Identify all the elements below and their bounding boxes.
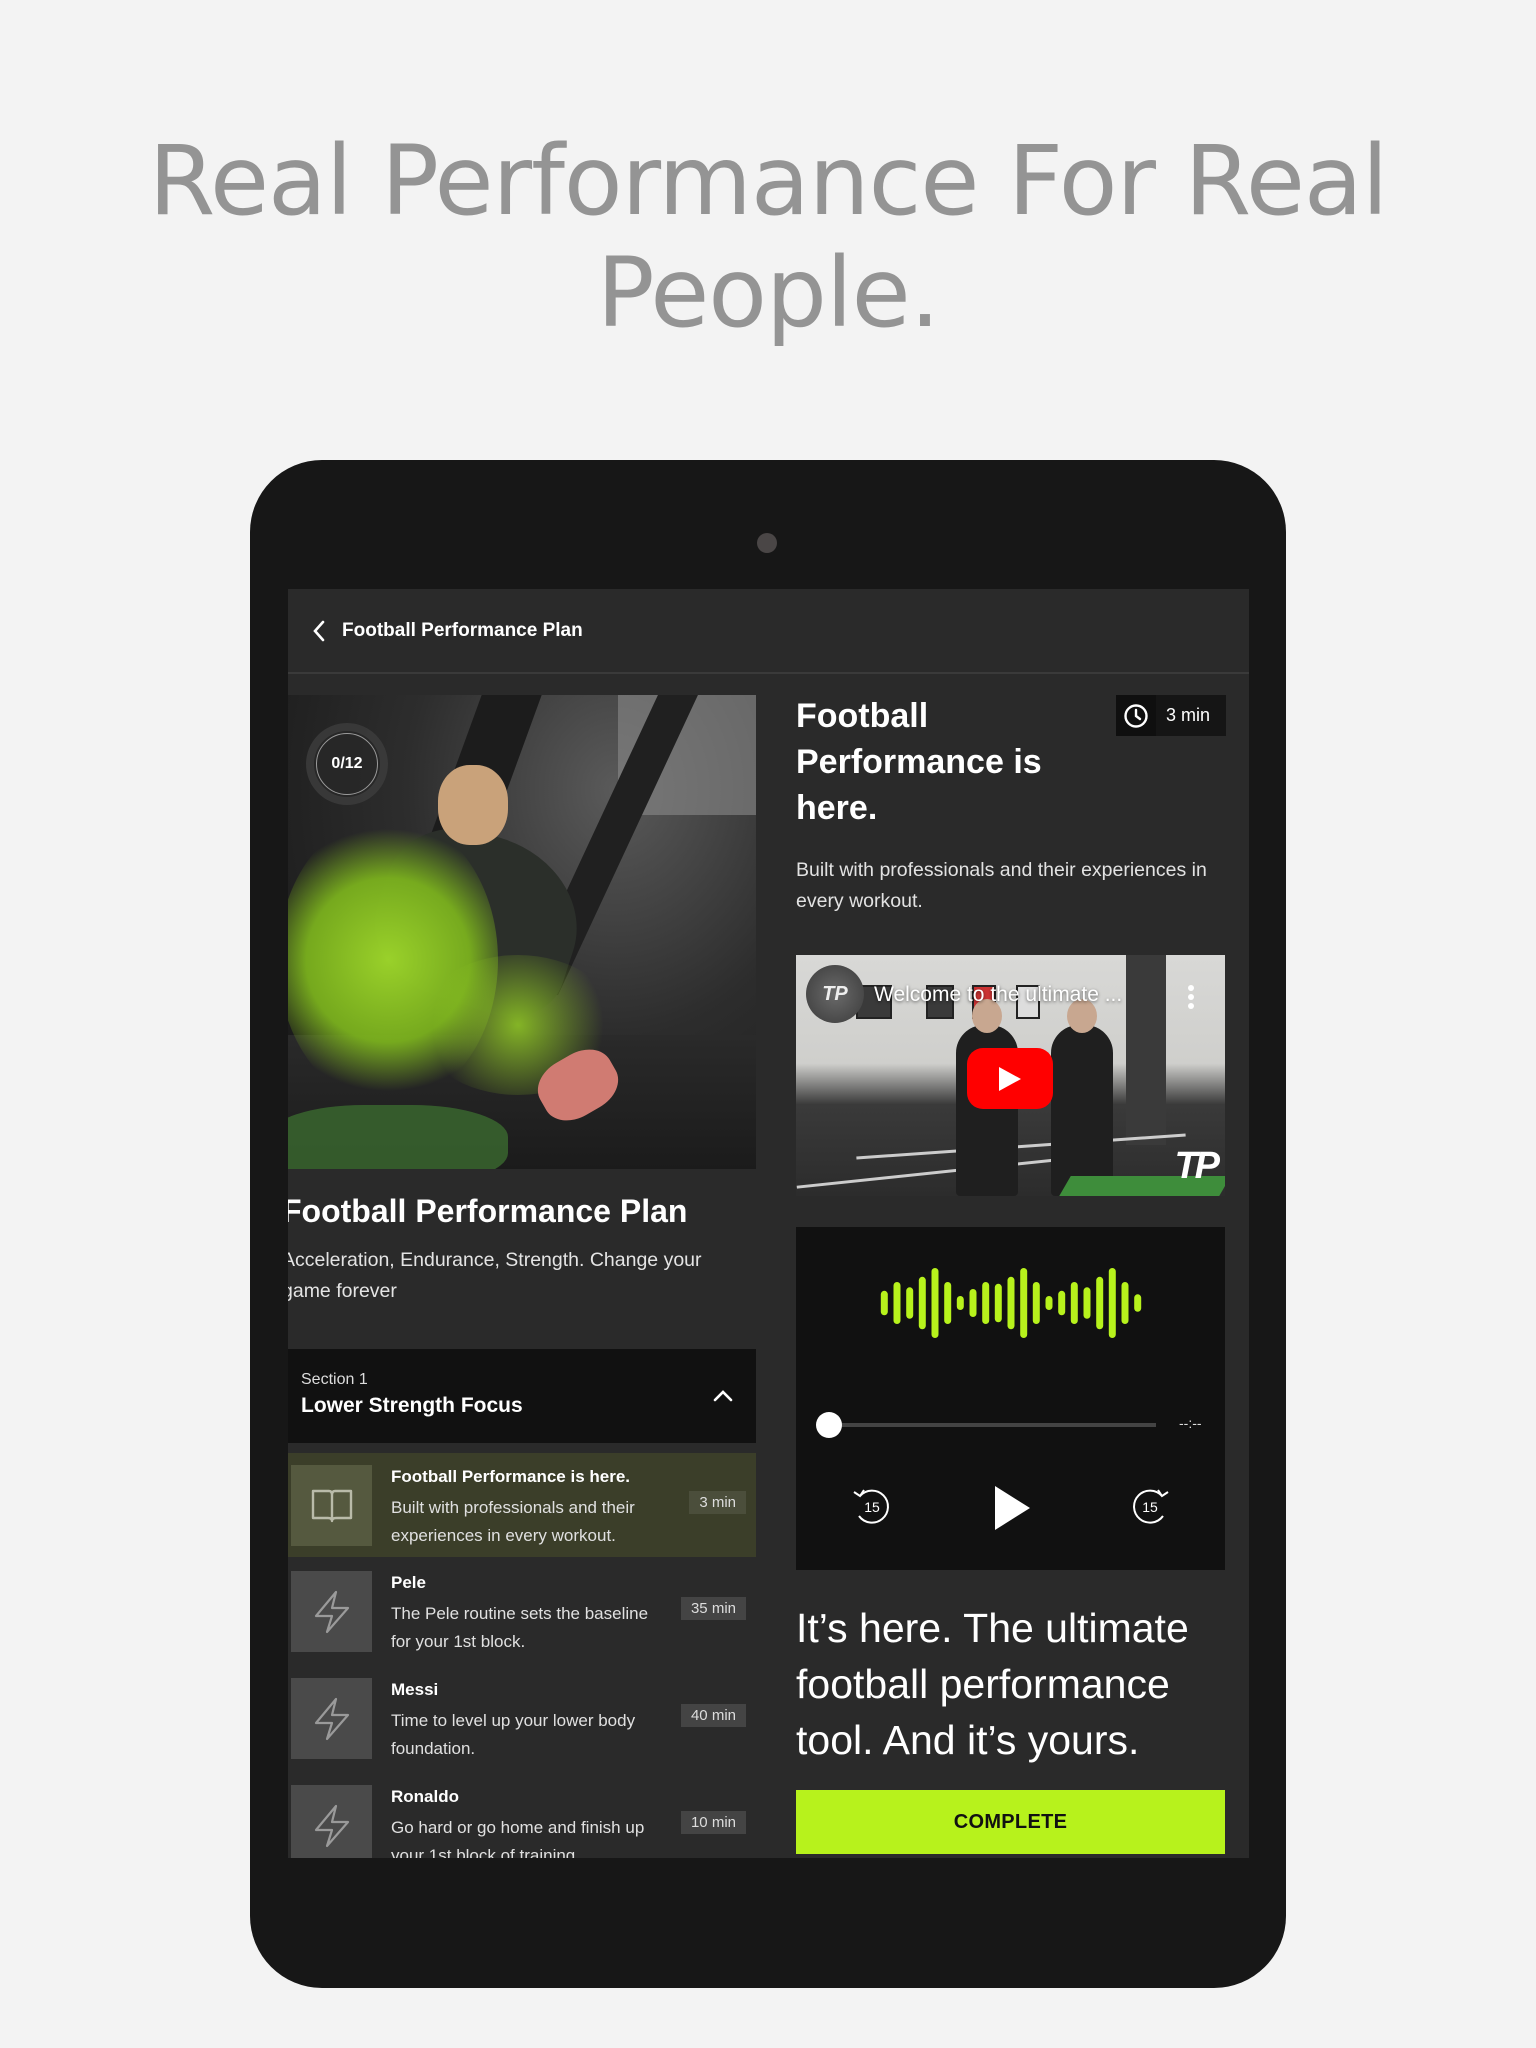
play-icon — [995, 1486, 1030, 1530]
rewind-button[interactable]: 15 — [848, 1482, 896, 1530]
plan-progress-ring: 0/12 — [306, 723, 388, 805]
waveform-bar — [1096, 1276, 1104, 1330]
lesson-item[interactable]: Messi Time to level up your lower body f… — [288, 1666, 756, 1770]
lesson-description: The Pele routine sets the baseline for y… — [391, 1604, 649, 1651]
channel-logo[interactable]: TP — [806, 965, 864, 1023]
lightning-icon — [314, 1697, 349, 1740]
lesson-duration-badge: 10 min — [680, 1811, 746, 1834]
lesson-description: Built with professionals and their exper… — [391, 1498, 635, 1545]
waveform-bar — [1134, 1294, 1142, 1312]
waveform-bar — [1020, 1268, 1028, 1338]
waveform-bar — [1070, 1282, 1078, 1324]
lesson-duration-badge: 35 min — [680, 1597, 746, 1620]
page-headline: Real Performance For Real People. — [148, 125, 1389, 349]
seek-handle[interactable] — [816, 1412, 842, 1438]
duration-text: 3 min — [1166, 705, 1211, 725]
book-open-icon — [311, 1489, 352, 1522]
video-title: Welcome to the ultimate ... — [874, 983, 1123, 1006]
plan-progress-text: 0/12 — [331, 755, 363, 772]
forward-15-icon: 15 — [1133, 1489, 1169, 1524]
lesson-title: Messi — [391, 1680, 439, 1699]
lesson-detail-title: Football Performance is here. — [796, 697, 1042, 827]
lesson-title: Pele — [391, 1573, 426, 1592]
waveform-bar — [931, 1268, 939, 1338]
svg-text:15: 15 — [864, 1499, 880, 1515]
lesson-item[interactable]: Pele The Pele routine sets the baseline … — [288, 1559, 756, 1663]
waveform-bar — [1007, 1276, 1015, 1330]
lightning-icon — [314, 1804, 349, 1847]
app-screen: Football Performance Plan 0/12 Football … — [288, 589, 1249, 1858]
waveform-bar — [994, 1283, 1002, 1323]
waveform-graphic — [880, 1268, 1142, 1338]
chevron-left-icon — [313, 620, 325, 641]
lesson-title: Football Performance is here. — [391, 1467, 631, 1486]
lesson-tagline: It’s here. The ultimate football perform… — [796, 1605, 1189, 1763]
svg-text:15: 15 — [1142, 1499, 1158, 1515]
plan-title: Football Performance Plan — [288, 1193, 688, 1229]
audio-player: --:-- 15 15 — [796, 1227, 1225, 1570]
waveform-bar — [956, 1296, 964, 1310]
forward-button[interactable]: 15 — [1126, 1482, 1174, 1530]
time-remaining: --:-- — [1179, 1415, 1202, 1431]
lesson-item[interactable]: Ronaldo Go hard or go home and finish up… — [288, 1773, 756, 1858]
plan-description: Acceleration, Endurance, Strength. Chang… — [288, 1249, 702, 1302]
plan-panel: 0/12 Football Performance Plan Accelerat… — [288, 695, 756, 1858]
waveform-bar — [1032, 1282, 1040, 1324]
front-camera — [757, 533, 777, 553]
waveform-bar — [1121, 1282, 1129, 1324]
lesson-description: Go hard or go home and finish up your 1s… — [391, 1818, 645, 1858]
lesson-thumbnail — [291, 1785, 372, 1858]
waveform-bar — [1108, 1268, 1116, 1338]
complete-button[interactable]: COMPLETE — [796, 1790, 1225, 1854]
waveform-bar — [1083, 1287, 1091, 1319]
chevron-up-icon[interactable] — [712, 1385, 734, 1407]
waveform-bar — [944, 1282, 952, 1324]
section-label: Section 1 — [301, 1371, 368, 1388]
lesson-title: Ronaldo — [391, 1787, 459, 1806]
app-bar: Football Performance Plan — [288, 589, 1249, 674]
plan-hero-image: 0/12 — [288, 695, 756, 1169]
lesson-item[interactable]: Football Performance is here. Built with… — [288, 1453, 756, 1557]
lesson-thumbnail — [291, 1571, 372, 1652]
tablet-frame: Football Performance Plan 0/12 Football … — [250, 460, 1286, 1988]
waveform-bar — [906, 1287, 914, 1319]
video-player[interactable]: TP Welcome to the ultimate ... TP — [796, 955, 1225, 1196]
audio-seek-bar[interactable] — [816, 1412, 1156, 1438]
section-header[interactable]: Section 1 Lower Strength Focus — [288, 1349, 756, 1443]
waveform-bar — [1058, 1290, 1066, 1316]
clock-icon — [1124, 703, 1148, 728]
section-name: Lower Strength Focus — [301, 1394, 523, 1417]
waveform-bar — [969, 1289, 977, 1317]
waveform-bar — [918, 1276, 926, 1330]
youtube-play-button[interactable] — [967, 1048, 1053, 1109]
lesson-duration-badge: 3 min — [689, 1491, 746, 1514]
lesson-thumbnail — [291, 1465, 372, 1546]
play-icon — [999, 1066, 1021, 1091]
back-button[interactable] — [304, 616, 334, 646]
app-bar-title: Football Performance Plan — [342, 619, 583, 641]
waveform-bar — [982, 1282, 990, 1324]
duration-chip: 3 min — [1116, 695, 1226, 736]
waveform-bar — [1045, 1296, 1053, 1310]
lesson-thumbnail — [291, 1678, 372, 1759]
waveform-bar — [893, 1282, 901, 1324]
brand-watermark: TP — [1174, 1145, 1220, 1187]
lightning-icon — [314, 1590, 349, 1633]
waveform-bar — [880, 1290, 888, 1316]
more-options-icon[interactable] — [1187, 985, 1195, 1009]
lesson-detail-description: Built with professionals and their exper… — [796, 859, 1207, 912]
play-button[interactable] — [988, 1482, 1036, 1534]
rewind-15-icon: 15 — [853, 1489, 889, 1524]
lesson-description: Time to level up your lower body foundat… — [391, 1711, 636, 1758]
lesson-duration-badge: 40 min — [680, 1704, 746, 1727]
